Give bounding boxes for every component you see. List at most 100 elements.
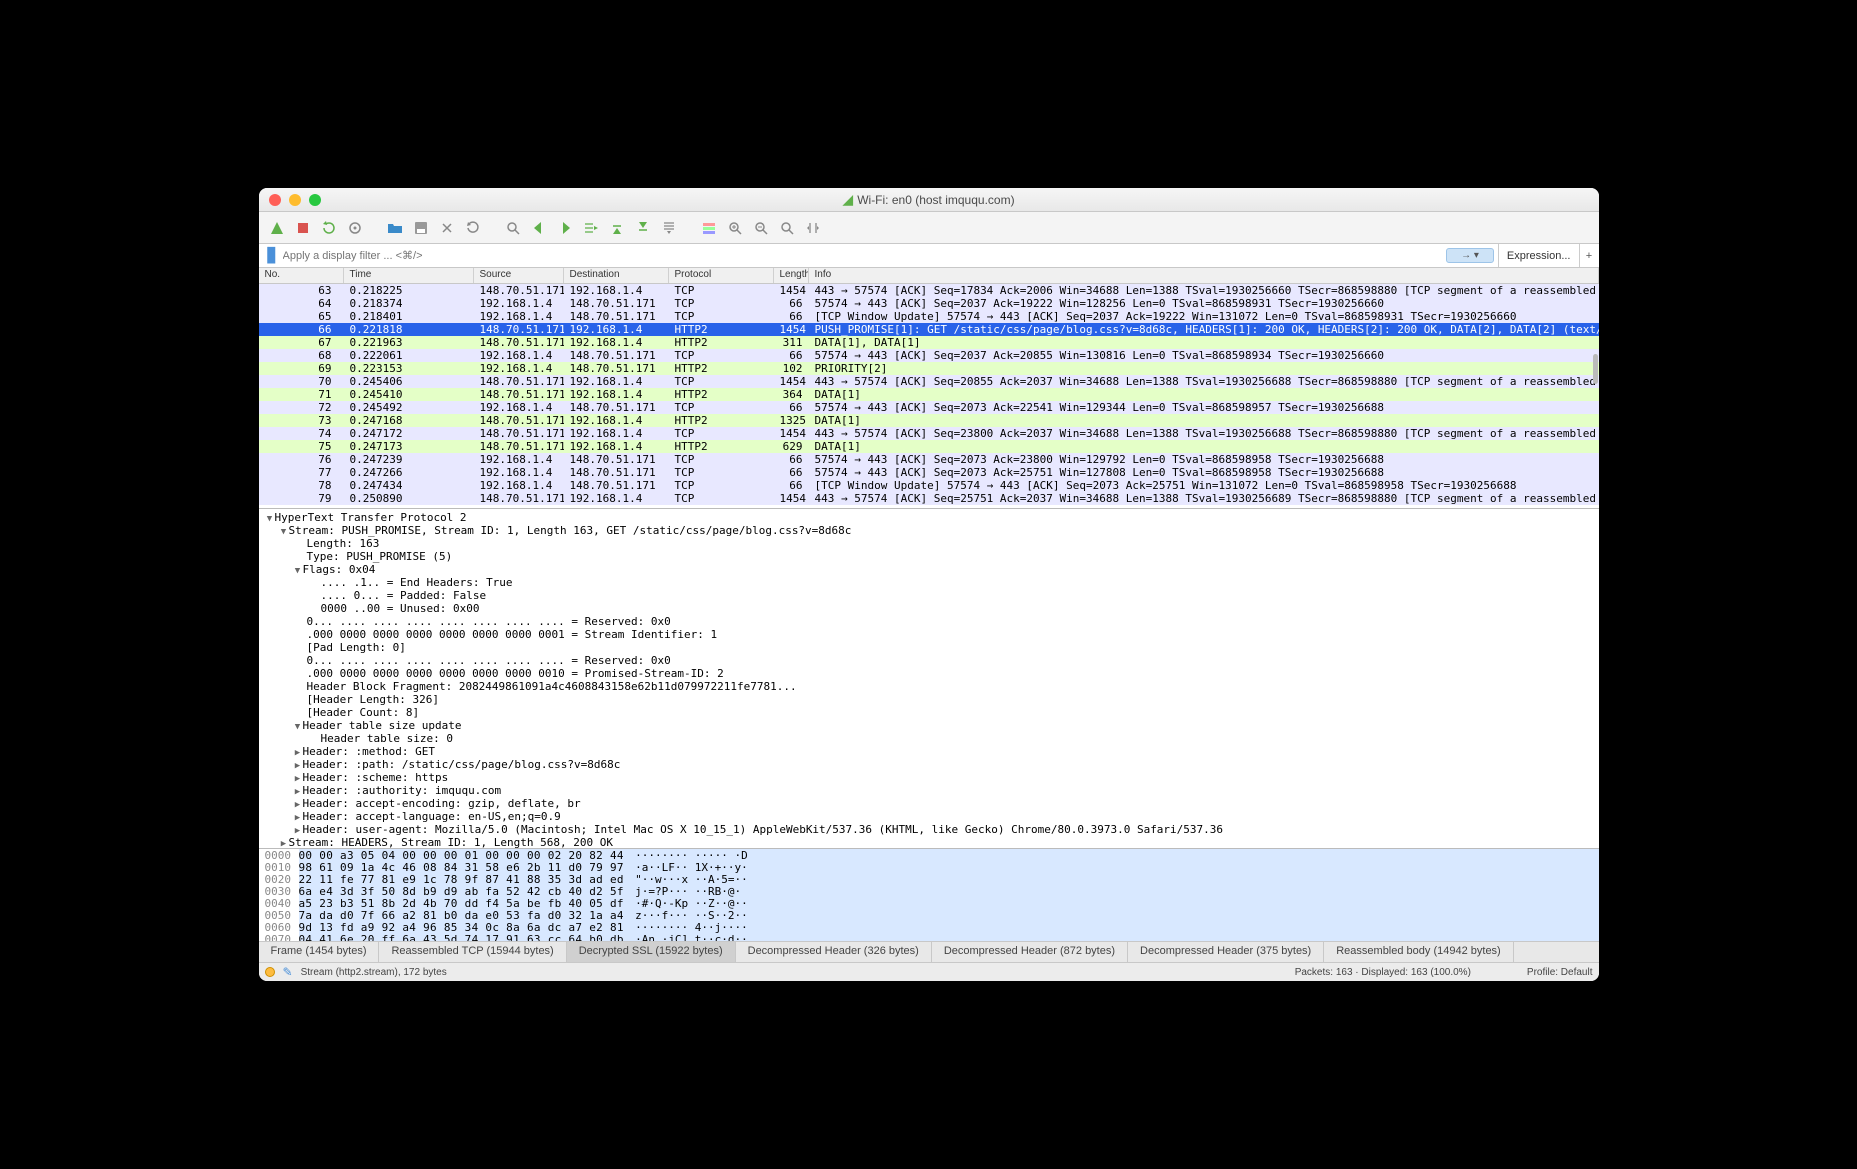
autoscroll-icon[interactable] (657, 216, 681, 240)
zoom-in-icon[interactable] (723, 216, 747, 240)
header-table-size[interactable]: Header table size: 0 (321, 732, 453, 745)
stream-id-field[interactable]: .000 0000 0000 0000 0000 0000 0000 0001 … (307, 628, 718, 641)
packet-row[interactable]: 630.218225148.70.51.171192.168.1.4TCP145… (259, 284, 1599, 297)
packet-row[interactable]: 790.250890148.70.51.171192.168.1.4TCP145… (259, 492, 1599, 505)
header-authority[interactable]: Header: :authority: imququ.com (303, 784, 502, 797)
byte-view-tab[interactable]: Frame (1454 bytes) (259, 942, 380, 962)
packet-row[interactable]: 770.247266192.168.1.4148.70.51.171TCP665… (259, 466, 1599, 479)
reload-icon[interactable] (461, 216, 485, 240)
zoom-out-icon[interactable] (749, 216, 773, 240)
col-info[interactable]: Info (809, 268, 1599, 283)
close-capture-icon[interactable] (435, 216, 459, 240)
packet-row[interactable]: 670.221963148.70.51.171192.168.1.4HTTP23… (259, 336, 1599, 349)
goto-first-icon[interactable] (605, 216, 629, 240)
packet-row[interactable]: 750.247173148.70.51.171192.168.1.4HTTP26… (259, 440, 1599, 453)
hex-row[interactable]: 000000 00 a3 05 04 00 00 00 01 00 00 00 … (259, 849, 1599, 861)
colorize-icon[interactable] (697, 216, 721, 240)
byte-view-tab[interactable]: Decompressed Header (375 bytes) (1128, 942, 1324, 962)
header-accept-encoding[interactable]: Header: accept-encoding: gzip, deflate, … (303, 797, 581, 810)
close-button[interactable] (269, 194, 281, 206)
options-icon[interactable] (343, 216, 367, 240)
stream-node[interactable]: Stream: PUSH_PROMISE, Stream ID: 1, Leng… (289, 524, 852, 537)
zoom-button[interactable] (309, 194, 321, 206)
byte-view-tab[interactable]: Reassembled TCP (15944 bytes) (379, 942, 566, 962)
packet-row[interactable]: 640.218374192.168.1.4148.70.51.171TCP665… (259, 297, 1599, 310)
header-table-update[interactable]: Header table size update (303, 719, 462, 732)
byte-view-tab[interactable]: Reassembled body (14942 bytes) (1324, 942, 1513, 962)
col-length[interactable]: Length (774, 268, 809, 283)
header-scheme[interactable]: Header: :scheme: https (303, 771, 449, 784)
byte-view-tab[interactable]: Decompressed Header (872 bytes) (932, 942, 1128, 962)
packet-details[interactable]: ▼HyperText Transfer Protocol 2 ▼Stream: … (259, 509, 1599, 849)
type-field[interactable]: Type: PUSH_PROMISE (5) (307, 550, 453, 563)
packet-row[interactable]: 690.223153192.168.1.4148.70.51.171HTTP21… (259, 362, 1599, 375)
stop-capture-icon[interactable] (291, 216, 315, 240)
flag-end-headers[interactable]: .... .1.. = End Headers: True (321, 576, 513, 589)
scrollbar[interactable] (1593, 354, 1598, 384)
header-path[interactable]: Header: :path: /static/css/page/blog.css… (303, 758, 621, 771)
open-icon[interactable] (383, 216, 407, 240)
hex-row[interactable]: 007004 41 6e 20 ff 6a 43 5d 74 17 91 63 … (259, 933, 1599, 941)
byte-view-tab[interactable]: Decrypted SSL (15922 bytes) (567, 942, 736, 962)
start-capture-icon[interactable] (265, 216, 289, 240)
flag-padded[interactable]: .... 0... = Padded: False (321, 589, 487, 602)
minimize-button[interactable] (289, 194, 301, 206)
resize-columns-icon[interactable] (801, 216, 825, 240)
hex-row[interactable]: 00507a da d0 7f 66 a2 81 b0 da e0 53 fa … (259, 909, 1599, 921)
expression-button[interactable]: Expression... (1498, 244, 1579, 267)
packet-row[interactable]: 650.218401192.168.1.4148.70.51.171TCP66[… (259, 310, 1599, 323)
packet-row[interactable]: 680.222061192.168.1.4148.70.51.171TCP665… (259, 349, 1599, 362)
hex-row[interactable]: 0040a5 23 b3 51 8b 2d 4b 70 dd f4 5a be … (259, 897, 1599, 909)
reserved-field[interactable]: 0... .... .... .... .... .... .... .... … (307, 615, 671, 628)
length-field[interactable]: Length: 163 (307, 537, 380, 550)
go-forward-icon[interactable] (553, 216, 577, 240)
header-method[interactable]: Header: :method: GET (303, 745, 435, 758)
byte-view-tab[interactable]: Decompressed Header (326 bytes) (736, 942, 932, 962)
proto-root[interactable]: HyperText Transfer Protocol 2 (275, 511, 467, 524)
packet-row[interactable]: ⇥660.221818148.70.51.171192.168.1.4HTTP2… (259, 323, 1599, 336)
hex-row[interactable]: 001098 61 09 1a 4c 46 08 84 31 58 e6 2b … (259, 861, 1599, 873)
packet-row[interactable]: 740.247172148.70.51.171192.168.1.4TCP145… (259, 427, 1599, 440)
flag-unused[interactable]: 0000 ..00 = Unused: 0x00 (321, 602, 480, 615)
packet-row[interactable]: 780.247434192.168.1.4148.70.51.171TCP66[… (259, 479, 1599, 492)
add-filter-button[interactable]: + (1579, 244, 1599, 267)
packet-row[interactable]: 720.245492192.168.1.4148.70.51.171TCP665… (259, 401, 1599, 414)
col-time[interactable]: Time (344, 268, 474, 283)
col-destination[interactable]: Destination (564, 268, 669, 283)
save-icon[interactable] (409, 216, 433, 240)
header-length[interactable]: [Header Length: 326] (307, 693, 439, 706)
goto-last-icon[interactable] (631, 216, 655, 240)
goto-packet-icon[interactable] (579, 216, 603, 240)
col-protocol[interactable]: Protocol (669, 268, 774, 283)
packet-list[interactable]: 630.218225148.70.51.171192.168.1.4TCP145… (259, 284, 1599, 509)
header-user-agent[interactable]: Header: user-agent: Mozilla/5.0 (Macinto… (303, 823, 1224, 836)
col-no[interactable]: No. (259, 268, 344, 283)
col-source[interactable]: Source (474, 268, 564, 283)
header-block-fragment[interactable]: Header Block Fragment: 2082449861091a4c4… (307, 680, 797, 693)
header-accept-language[interactable]: Header: accept-language: en-US,en;q=0.9 (303, 810, 561, 823)
status-profile[interactable]: Profile: Default (1527, 967, 1593, 978)
restart-capture-icon[interactable] (317, 216, 341, 240)
hex-row[interactable]: 00609d 13 fd a9 92 a4 96 85 34 0c 8a 6a … (259, 921, 1599, 933)
find-icon[interactable] (501, 216, 525, 240)
zoom-reset-icon[interactable] (775, 216, 799, 240)
packet-row[interactable]: 700.245406148.70.51.171192.168.1.4TCP145… (259, 375, 1599, 388)
packet-row[interactable]: 730.247168148.70.51.171192.168.1.4HTTP21… (259, 414, 1599, 427)
packet-row[interactable]: 710.245410148.70.51.171192.168.1.4HTTP23… (259, 388, 1599, 401)
packet-bytes[interactable]: 000000 00 a3 05 04 00 00 00 01 00 00 00 … (259, 849, 1599, 941)
apply-filter-button[interactable]: → ▾ (1446, 248, 1494, 263)
bookmark-icon[interactable]: ▕▋ (259, 247, 279, 264)
expert-info-icon[interactable] (265, 967, 275, 977)
hex-row[interactable]: 00306a e4 3d 3f 50 8d b9 d9 ab fa 52 42 … (259, 885, 1599, 897)
pad-length-field[interactable]: [Pad Length: 0] (307, 641, 406, 654)
packet-row[interactable]: 760.247239192.168.1.4148.70.51.171TCP665… (259, 453, 1599, 466)
stream-headers-node[interactable]: Stream: HEADERS, Stream ID: 1, Length 56… (289, 836, 614, 849)
promised-stream-id[interactable]: .000 0000 0000 0000 0000 0000 0000 0010 … (307, 667, 724, 680)
display-filter-input[interactable] (279, 250, 1447, 262)
wiki-icon[interactable]: ✎ (283, 965, 293, 979)
reserved2-field[interactable]: 0... .... .... .... .... .... .... .... … (307, 654, 671, 667)
hex-row[interactable]: 002022 11 fe 77 81 e9 1c 78 9f 87 41 88 … (259, 873, 1599, 885)
header-count[interactable]: [Header Count: 8] (307, 706, 420, 719)
flags-node[interactable]: Flags: 0x04 (303, 563, 376, 576)
go-back-icon[interactable] (527, 216, 551, 240)
